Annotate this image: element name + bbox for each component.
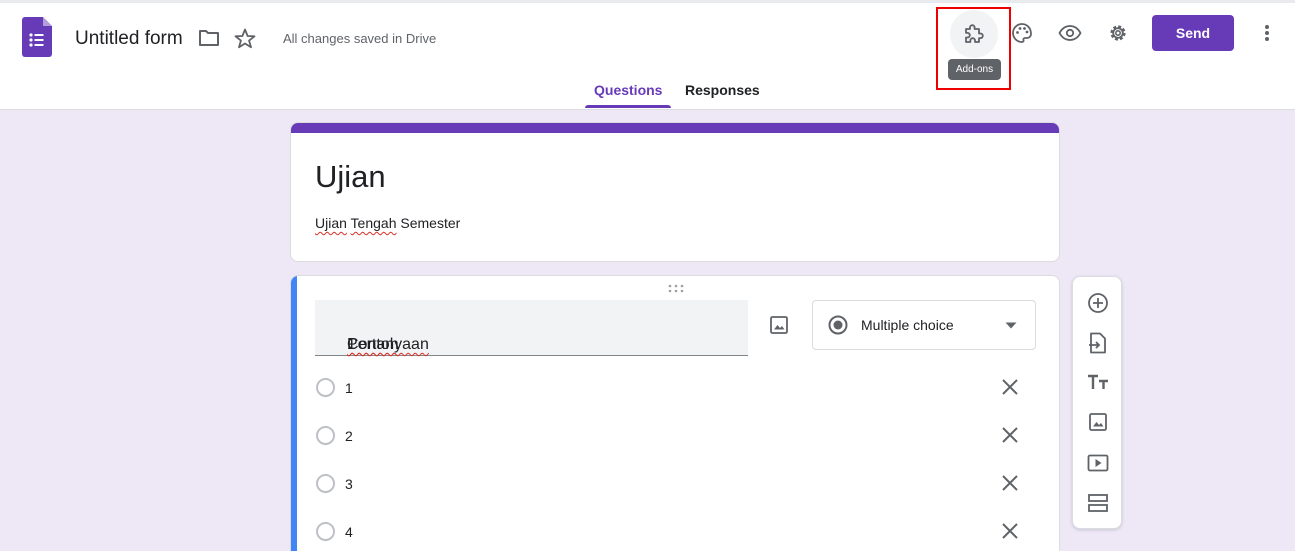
document-title[interactable]: Untitled form <box>75 28 183 50</box>
header-bar: Untitled form All changes saved in Drive… <box>0 0 1295 110</box>
close-icon[interactable] <box>1001 522 1019 540</box>
add-video-icon[interactable] <box>1087 454 1109 472</box>
form-title-card[interactable]: Ujian Ujian Tengah Semester <box>290 122 1060 262</box>
close-icon[interactable] <box>1001 426 1019 444</box>
tab-responses[interactable]: Responses <box>685 82 760 98</box>
radio-button-icon <box>316 522 335 541</box>
form-description-word: Ujian <box>315 215 347 231</box>
close-icon[interactable] <box>1001 474 1019 492</box>
option-row[interactable]: 3 <box>315 469 1035 499</box>
star-icon[interactable] <box>234 28 256 49</box>
option-label[interactable]: 1 <box>345 380 353 396</box>
eye-icon[interactable] <box>1058 25 1082 41</box>
radio-button-checked-icon <box>827 314 849 336</box>
active-tab-indicator <box>585 105 671 108</box>
save-status: All changes saved in Drive <box>283 31 437 46</box>
option-row[interactable]: 1 <box>315 373 1035 403</box>
tab-questions[interactable]: Questions <box>594 82 662 98</box>
radio-button-icon <box>316 378 335 397</box>
option-label[interactable]: 4 <box>345 524 353 540</box>
add-image-icon[interactable] <box>1088 412 1108 432</box>
question-type-dropdown[interactable]: Multiple choice <box>812 300 1036 350</box>
radio-button-icon <box>316 426 335 445</box>
question-title-input[interactable]: Contoh Pertanyaan 1 <box>315 300 748 356</box>
side-toolbar <box>1072 276 1122 529</box>
add-question-icon[interactable] <box>1087 292 1109 314</box>
import-questions-icon[interactable] <box>1088 332 1108 354</box>
form-description[interactable]: Ujian Tengah Semester <box>315 215 460 231</box>
question-type-label: Multiple choice <box>861 317 954 333</box>
top-divider <box>0 0 1295 3</box>
question-word: 1 <box>347 336 356 353</box>
form-description-word: Tengah <box>350 215 397 231</box>
question-card[interactable]: Contoh Pertanyaan 1 Multiple choice 1 2 … <box>290 275 1060 551</box>
add-image-icon[interactable] <box>769 315 789 335</box>
add-section-icon[interactable] <box>1087 493 1109 513</box>
radio-button-icon <box>316 474 335 493</box>
google-forms-logo-icon[interactable] <box>22 17 52 57</box>
form-description-word: Semester <box>400 215 461 231</box>
gear-icon[interactable] <box>1107 22 1129 44</box>
send-button[interactable]: Send <box>1152 15 1234 51</box>
active-question-indicator <box>291 276 297 551</box>
close-icon[interactable] <box>1001 378 1019 396</box>
chevron-down-icon <box>1005 322 1017 329</box>
option-row[interactable]: 2 <box>315 421 1035 451</box>
more-vert-icon[interactable] <box>1262 24 1272 42</box>
folder-icon[interactable] <box>198 29 220 47</box>
option-label[interactable]: 2 <box>345 428 353 444</box>
drag-handle-icon[interactable] <box>667 282 685 294</box>
title-accent-bar <box>291 123 1059 133</box>
option-row[interactable]: 4 <box>315 517 1035 547</box>
add-title-icon[interactable] <box>1087 374 1109 390</box>
palette-icon[interactable] <box>1011 22 1033 44</box>
question-word: Pertanyaan <box>347 336 429 353</box>
highlight-box <box>936 7 1011 90</box>
form-title[interactable]: Ujian <box>315 159 386 195</box>
option-label[interactable]: 3 <box>345 476 353 492</box>
